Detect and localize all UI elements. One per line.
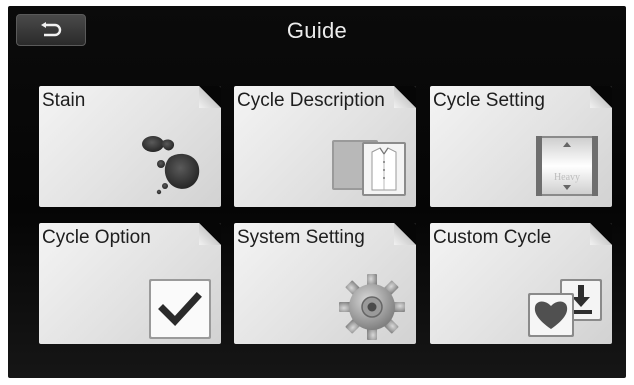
- tile-label: Cycle Setting: [433, 90, 545, 111]
- tile-label: Stain: [42, 90, 86, 111]
- stain-icon: [142, 136, 200, 195]
- cycle-selector-icon: [536, 136, 598, 196]
- heart-download-icon: [528, 279, 602, 337]
- tile-label: Cycle Option: [42, 227, 151, 248]
- page-fold: [590, 223, 612, 245]
- page-title: Guide: [286, 18, 348, 43]
- cycle-selector-label: Heavy: [553, 172, 581, 183]
- tile-stain[interactable]: Stain: [39, 86, 221, 207]
- tile-system-setting[interactable]: System Setting: [234, 223, 416, 344]
- tile-cycle-setting[interactable]: Cycle Setting Heavy: [430, 86, 612, 207]
- checkmark-icon: [149, 279, 211, 339]
- tile-custom-cycle[interactable]: Custom Cycle: [430, 223, 612, 344]
- tile-cycle-option[interactable]: Cycle Option: [39, 223, 221, 344]
- shirt-icon: [332, 140, 406, 196]
- page-fold: [590, 86, 612, 108]
- tile-label: Custom Cycle: [433, 227, 552, 248]
- gear-icon: [339, 274, 405, 340]
- page-fold: [394, 86, 416, 108]
- tile-label: System Setting: [237, 227, 365, 248]
- page-fold: [199, 223, 221, 245]
- tile-label: Cycle Description: [237, 90, 385, 111]
- page-fold: [394, 223, 416, 245]
- page-fold: [199, 86, 221, 108]
- guide-screen: Guide Stain Cycle Description Cycle Sett…: [8, 6, 626, 378]
- tile-cycle-description[interactable]: Cycle Description: [234, 86, 416, 207]
